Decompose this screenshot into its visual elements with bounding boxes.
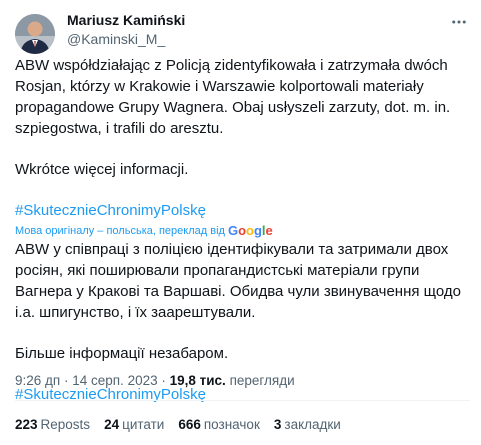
author-name[interactable]: Mariusz Kamiński bbox=[67, 12, 185, 28]
profile-photo-icon bbox=[15, 14, 55, 54]
engagement-stats: 223 Reposts 24 цитати 666 позначок 3 закладк… bbox=[15, 417, 341, 432]
reposts-stat[interactable]: 223 Reposts bbox=[15, 417, 90, 432]
bookmarks-stat[interactable]: 3 закладки bbox=[274, 417, 341, 432]
more-horizontal-icon bbox=[452, 20, 466, 24]
divider bbox=[15, 400, 470, 401]
tweet-time[interactable]: 9:26 дп bbox=[15, 373, 60, 388]
translation-note: Мова оригіналу – польська, переклад від … bbox=[15, 223, 470, 239]
likes-stat[interactable]: 666 позначок bbox=[178, 417, 260, 432]
tweet: Mariusz Kamiński @Kaminski_M_ ABW współd… bbox=[0, 0, 481, 445]
more-button[interactable] bbox=[447, 12, 471, 32]
likes-label: позначок bbox=[203, 417, 260, 432]
quotes-label: цитати bbox=[122, 417, 165, 432]
reposts-count: 223 bbox=[15, 417, 38, 432]
likes-count: 666 bbox=[178, 417, 201, 432]
views-label: перегляди bbox=[225, 373, 295, 388]
original-paragraph-1: ABW współdziałając z Policją zidentyfiko… bbox=[15, 57, 451, 137]
bookmarks-count: 3 bbox=[273, 417, 282, 432]
tweet-body: ABW współdziałając z Policją zidentyfiko… bbox=[15, 55, 470, 405]
meta-separator: · bbox=[157, 373, 170, 388]
reposts-label: Reposts bbox=[40, 417, 91, 432]
avatar[interactable] bbox=[15, 14, 55, 54]
translated-paragraph-1: ABW у співпраці з поліцією ідентифікувал… bbox=[15, 241, 461, 321]
quotes-count: 24 bbox=[104, 417, 120, 432]
translated-paragraph-2: Більше інформації незабаром. bbox=[15, 345, 229, 362]
tweet-meta: 9:26 дп · 14 серп. 2023 · 19,8 тис. пере… bbox=[15, 373, 295, 388]
original-paragraph-2: Wkrótce więcej informacji. bbox=[15, 161, 189, 178]
author-handle[interactable]: @Kaminski_M_ bbox=[67, 31, 165, 47]
translation-note-text[interactable]: Мова оригіналу – польська, переклад від bbox=[15, 223, 225, 239]
google-logo: Google bbox=[227, 223, 273, 238]
original-hashtag-link[interactable]: #SkutecznieChronimyPolskę bbox=[15, 200, 470, 221]
meta-separator: · bbox=[60, 373, 73, 388]
bookmarks-label: закладки bbox=[284, 417, 341, 432]
quotes-stat[interactable]: 24 цитати bbox=[104, 417, 164, 432]
views-count: 19,8 тис. bbox=[169, 373, 226, 388]
tweet-date[interactable]: 14 серп. 2023 bbox=[72, 373, 157, 388]
